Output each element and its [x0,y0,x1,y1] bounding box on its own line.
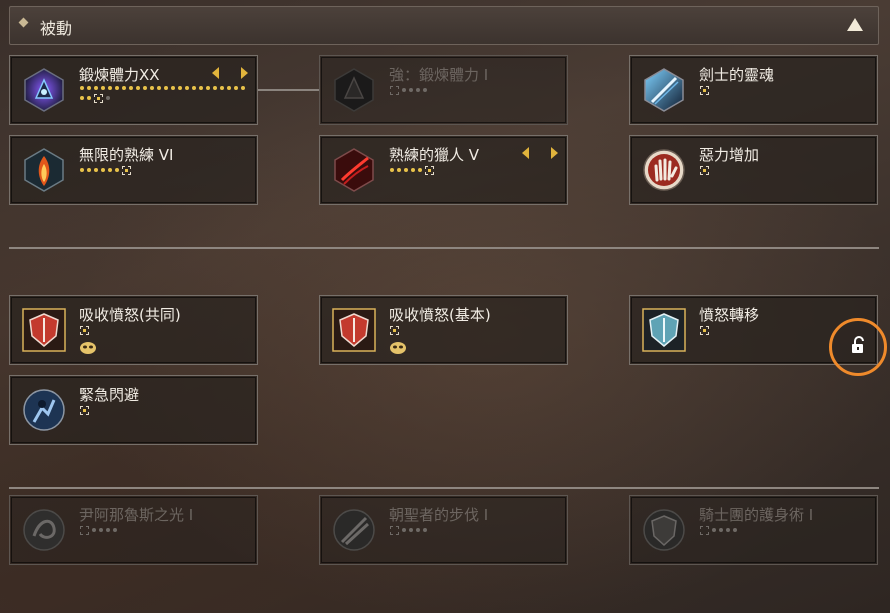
rage-shield-icon [22,308,66,352]
light-swirl-icon [23,509,65,551]
level-dots [80,86,250,106]
hunter-slash-icon [334,148,374,192]
skill-card-training-strength[interactable]: 鍛煉體力XX [9,55,258,125]
level-dots [700,166,870,178]
skill-name: 鍛煉體力XX [79,66,160,84]
sword-soul-icon [644,68,684,112]
skill-card-infinite-mastery[interactable]: 無限的熟練 VI [9,135,258,205]
skill-card-power-increase[interactable]: 惡力增加 [629,135,878,205]
skill-name: 吸收憤怒(基本) [389,306,491,324]
skill-connector-line [258,89,320,91]
level-dots [390,326,560,338]
skill-name: 朝聖者的步伐 I [389,506,489,524]
dark-armor-icon [334,68,374,112]
pilgrim-step-icon [333,509,375,551]
level-dots [80,526,250,538]
skill-card-skilled-hunter[interactable]: 熟練的獵人 V [319,135,568,205]
evade-icon [23,389,65,431]
skill-name: 惡力增加 [699,146,760,164]
knight-shield-icon [643,509,685,551]
level-dots [80,406,250,418]
skill-card-absorb-rage-basic[interactable]: 吸收憤怒(基本) [319,295,568,365]
level-dots [390,86,560,98]
skill-card-absorb-rage-common[interactable]: 吸收憤怒(共同) [9,295,258,365]
level-dots [80,166,250,178]
level-dots [390,526,560,538]
diamond-bullet-icon [18,17,29,28]
collapse-triangle-icon[interactable] [846,17,864,33]
skill-card-knight-guard[interactable]: 騎士團的護身術 I [629,495,878,565]
skill-card-swordsman-soul[interactable]: 劍士的靈魂 [629,55,878,125]
section-divider [9,247,879,249]
highlight-ring [829,318,887,376]
skill-name: 強：鍛煉體力 I [389,66,489,84]
skill-name: 憤怒轉移 [699,306,760,324]
level-arrows-icon[interactable] [211,66,251,80]
skill-card-pilgrim-steps[interactable]: 朝聖者的步伐 I [319,495,568,565]
armor-aura-icon [24,68,64,112]
skill-card-enhanced-training[interactable]: 強：鍛煉體力 I [319,55,568,125]
flame-crystal-icon [24,148,64,192]
mask-icon [390,342,406,354]
section-header-passive[interactable]: 被動 [9,6,879,45]
skill-card-emergency-evade[interactable]: 緊急閃避 [9,375,258,445]
level-dots [700,526,870,538]
skill-name: 騎士團的護身術 I [699,506,814,524]
rage-shield-icon [332,308,376,352]
skill-name: 熟練的獵人 V [389,146,480,164]
skill-name: 劍士的靈魂 [699,66,775,84]
level-arrows-icon[interactable] [521,146,561,160]
skill-name: 無限的熟練 VI [79,146,174,164]
skill-name: 緊急閃避 [79,386,140,404]
skill-card-light-of-inanaruse[interactable]: 尹阿那魯斯之光 I [9,495,258,565]
level-dots [80,326,250,338]
skill-name: 尹阿那魯斯之光 I [79,506,194,524]
section-divider [9,487,879,489]
level-dots [700,86,870,98]
level-dots [390,166,560,178]
blue-shield-icon [642,308,686,352]
skill-name: 吸收憤怒(共同) [79,306,181,324]
open-hand-icon [643,149,685,191]
mask-icon [80,342,96,354]
section-title: 被動 [40,19,73,38]
